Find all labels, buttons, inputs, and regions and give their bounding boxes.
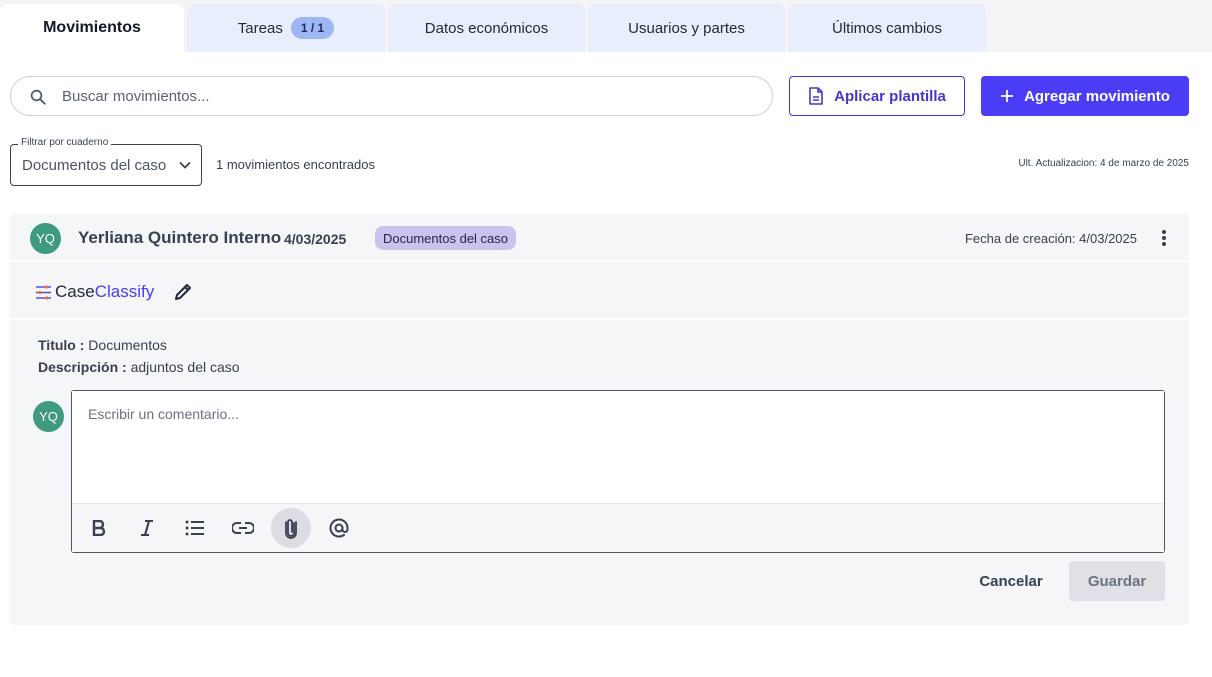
search-box: [10, 76, 773, 116]
attach-button[interactable]: [271, 508, 311, 548]
comment-input[interactable]: [72, 391, 1164, 503]
title-row: Titulo : Documentos: [38, 334, 240, 356]
avatar: YQ: [30, 223, 61, 254]
chevron-down-icon: [179, 161, 191, 169]
movement-author: Yerliana Quintero Interno: [78, 228, 282, 247]
tab-label: Tareas: [237, 19, 283, 37]
creation-date: Fecha de creación: 4/03/2025: [964, 231, 1137, 246]
tab-tareas[interactable]: Tareas 1 / 1: [187, 4, 387, 52]
classify-row: Case Classify: [10, 264, 1189, 320]
classify-logo-icon: [36, 284, 51, 300]
comment-toolbar: [72, 503, 1164, 552]
tab-ultimos-cambios[interactable]: Últimos cambios: [788, 4, 988, 52]
description-row: Descripción : adjuntos del caso: [38, 356, 240, 378]
notebook-filter-select[interactable]: Filtrar por cuaderno Documentos del caso: [10, 137, 202, 186]
apply-template-button[interactable]: Aplicar plantilla: [789, 76, 965, 116]
document-icon: [809, 87, 823, 105]
tab-datos-economicos[interactable]: Datos económicos: [388, 4, 587, 52]
results-count: 1 movimientos encontrados: [216, 157, 375, 172]
add-movement-label: Agregar movimiento: [1024, 87, 1170, 105]
movement-card: YQ Yerliana Quintero Interno 4/03/2025 D…: [10, 214, 1189, 625]
italic-button[interactable]: [127, 508, 167, 548]
mention-button[interactable]: [319, 508, 359, 548]
italic-icon: [141, 520, 153, 536]
movement-fields: Titulo : Documentos Descripción : adjunt…: [38, 334, 240, 378]
plus-icon: [1001, 90, 1014, 102]
paperclip-icon: [285, 519, 297, 539]
search-icon: [30, 89, 46, 105]
tab-movimientos[interactable]: Movimientos: [0, 4, 186, 52]
link-button[interactable]: [223, 508, 263, 548]
tab-label: Últimos cambios: [831, 19, 943, 37]
movement-header: YQ Yerliana Quintero Interno 4/03/2025 D…: [10, 214, 1189, 262]
last-updated: Ult. Actualizacion: 4 de marzo de 2025: [1018, 158, 1189, 169]
apply-template-label: Aplicar plantilla: [834, 87, 946, 105]
bold-icon: [92, 520, 106, 536]
logo-text-classify: Classify: [94, 282, 155, 301]
title-value: Documentos: [88, 337, 167, 353]
tasks-count-badge: 1 / 1: [290, 17, 335, 39]
tab-label: Usuarios y partes: [628, 19, 745, 37]
description-label: Descripción :: [38, 359, 127, 375]
logo-text-case: Case: [55, 282, 95, 301]
bold-button[interactable]: [79, 508, 119, 548]
tab-label: Datos económicos: [424, 19, 549, 37]
caseclassify-logo: Case Classify: [35, 282, 154, 302]
tab-usuarios-partes[interactable]: Usuarios y partes: [588, 4, 787, 52]
cancel-button[interactable]: Cancelar: [970, 561, 1052, 601]
title-label: Titulo :: [38, 337, 85, 353]
bullet-list-button[interactable]: [175, 508, 215, 548]
add-movement-button[interactable]: Agregar movimiento: [981, 76, 1189, 116]
tab-bar: Movimientos Tareas 1 / 1 Datos económico…: [0, 0, 1212, 52]
bullet-list-icon: [185, 520, 204, 536]
save-button[interactable]: Guardar: [1069, 561, 1165, 601]
comment-editor: [71, 390, 1165, 553]
description-value: adjuntos del caso: [130, 359, 240, 375]
movement-date: 4/03/2025: [284, 231, 347, 247]
filter-label: Filtrar por cuaderno: [18, 137, 112, 148]
comment-avatar: YQ: [33, 401, 64, 432]
search-input[interactable]: [62, 87, 742, 105]
notebook-chip: Documentos del caso: [375, 226, 517, 250]
link-icon: [232, 522, 254, 534]
more-options-icon[interactable]: [1161, 229, 1167, 247]
pencil-icon[interactable]: [173, 282, 193, 302]
filter-value: Documentos del caso: [22, 156, 167, 174]
at-sign-icon: [329, 518, 349, 538]
tab-label: Movimientos: [43, 19, 141, 36]
